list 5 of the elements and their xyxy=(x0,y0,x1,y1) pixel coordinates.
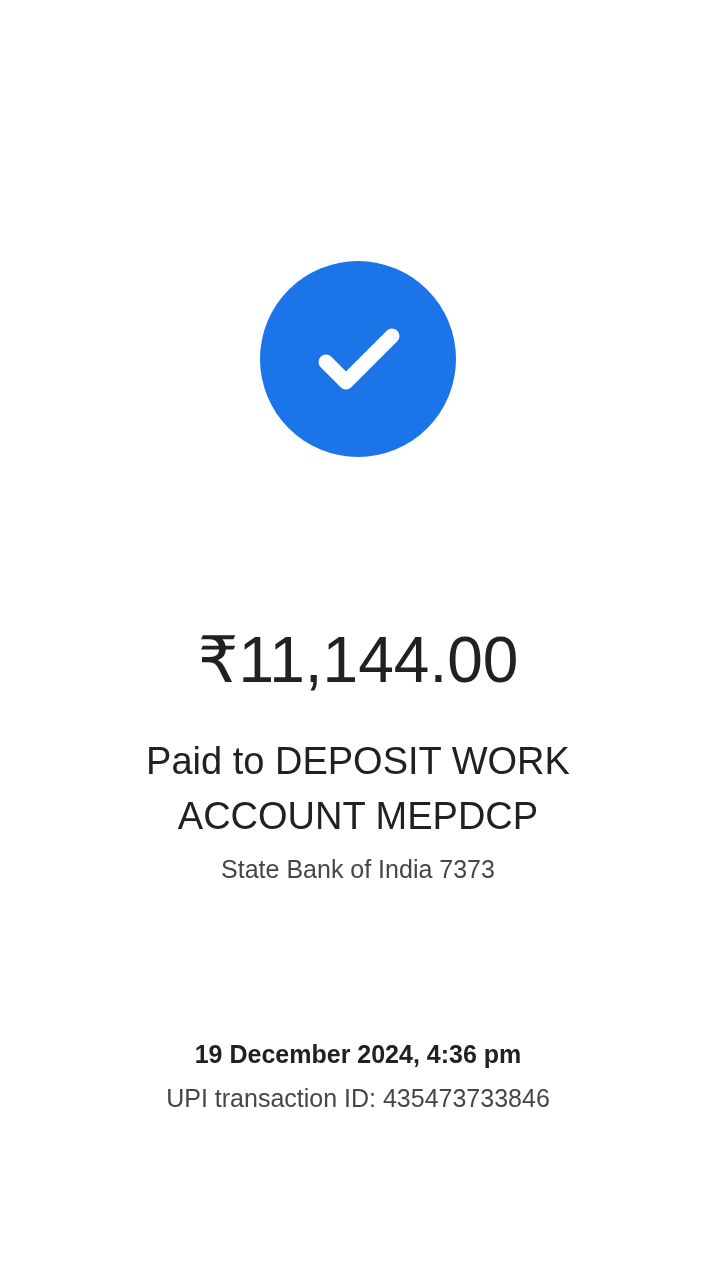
bank-account: State Bank of India 7373 xyxy=(221,854,495,885)
amount: ₹11,144.00 xyxy=(197,623,519,698)
date-time: 19 December 2024, 4:36 pm xyxy=(194,1039,522,1070)
transaction-id: UPI transaction ID: 435473733846 xyxy=(166,1083,550,1114)
payee-name: Paid to DEPOSIT WORK ACCOUNT MEPDCP xyxy=(145,739,571,839)
